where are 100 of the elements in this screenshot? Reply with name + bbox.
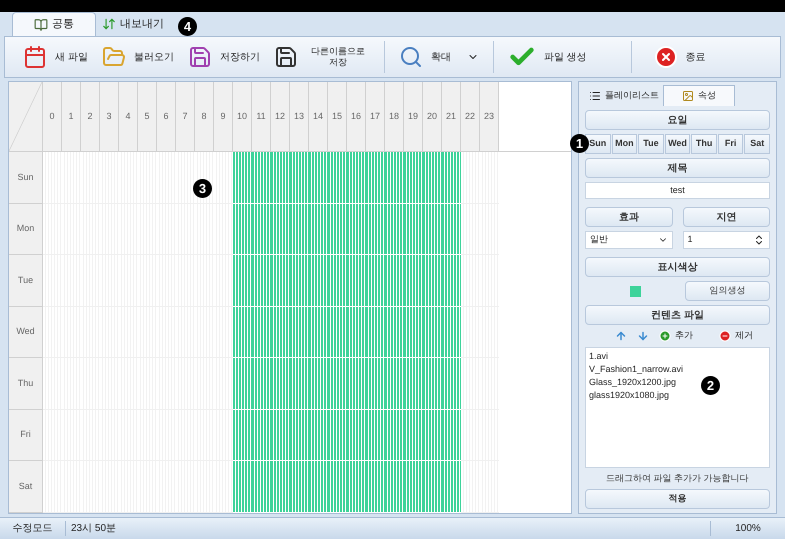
scheduled-slot[interactable] [385, 204, 404, 256]
day-button[interactable]: Fri [718, 134, 744, 154]
scheduled-slot[interactable] [290, 152, 309, 204]
scheduled-slot[interactable] [423, 358, 442, 410]
scheduled-slot[interactable] [385, 358, 404, 410]
scheduled-slot[interactable] [347, 358, 366, 410]
scheduled-slot[interactable] [404, 358, 423, 410]
day-button[interactable]: Thu [691, 134, 717, 154]
scheduled-slot[interactable] [366, 461, 385, 513]
scheduled-slot[interactable] [404, 306, 423, 358]
scheduled-slot[interactable] [290, 358, 309, 410]
scheduled-slot[interactable] [385, 461, 404, 513]
file-item[interactable]: glass1920x1080.jpg [589, 388, 670, 402]
scheduled-slot[interactable] [328, 461, 347, 513]
effect-dropdown[interactable]: 일반 [585, 231, 672, 249]
scheduled-slot[interactable] [328, 204, 347, 256]
scheduled-slot[interactable] [385, 410, 404, 462]
file-item[interactable]: V_Fashion1_narrow.avi [589, 362, 684, 376]
scheduled-slot[interactable] [271, 461, 290, 513]
scheduled-slot[interactable] [366, 306, 385, 358]
scheduled-slot[interactable] [442, 152, 461, 204]
scheduled-slot[interactable] [309, 410, 328, 462]
scheduled-slot[interactable] [347, 461, 366, 513]
scheduled-slot[interactable] [423, 204, 442, 256]
scheduled-slot[interactable] [366, 204, 385, 256]
scheduled-slot[interactable] [347, 152, 366, 204]
scheduled-slot[interactable] [290, 306, 309, 358]
scheduled-slot[interactable] [442, 306, 461, 358]
scheduled-slot[interactable] [271, 358, 290, 410]
scheduled-slot[interactable] [404, 204, 423, 256]
scheduled-slot[interactable] [252, 204, 271, 256]
scheduled-slot[interactable] [233, 152, 252, 204]
scheduled-slot[interactable] [290, 255, 309, 307]
scheduled-slot[interactable] [290, 204, 309, 256]
scheduled-slot[interactable] [233, 255, 252, 307]
scheduled-slot[interactable] [442, 410, 461, 462]
day-button[interactable]: Mon [612, 134, 638, 154]
scheduled-slot[interactable] [347, 255, 366, 307]
scheduled-slot[interactable] [328, 306, 347, 358]
day-button[interactable]: Wed [664, 134, 690, 154]
scheduled-slot[interactable] [385, 306, 404, 358]
file-item[interactable]: 1.avi [589, 350, 608, 362]
toolbar-button[interactable]: 종료 [654, 45, 706, 69]
scheduled-slot[interactable] [328, 410, 347, 462]
scheduled-slot[interactable] [309, 255, 328, 307]
scheduled-slot[interactable] [404, 255, 423, 307]
scheduled-slot[interactable] [404, 461, 423, 513]
scheduled-slot[interactable] [309, 152, 328, 204]
scheduled-slot[interactable] [328, 255, 347, 307]
scheduled-slot[interactable] [328, 358, 347, 410]
toolbar-button[interactable]: 확대 [398, 45, 479, 69]
scheduled-slot[interactable] [347, 410, 366, 462]
scheduled-slot[interactable] [252, 255, 271, 307]
scheduled-slot[interactable] [385, 152, 404, 204]
day-button[interactable]: Sat [744, 134, 770, 154]
scheduled-slot[interactable] [233, 306, 252, 358]
scheduled-slot[interactable] [328, 152, 347, 204]
scheduled-slot[interactable] [271, 306, 290, 358]
toolbar-button[interactable]: 새 파일 [23, 45, 88, 69]
scheduled-slot[interactable] [309, 461, 328, 513]
apply-button[interactable]: 적용 [585, 489, 770, 509]
scheduled-slot[interactable] [271, 152, 290, 204]
ribbon-tab[interactable]: 공통 [12, 12, 96, 36]
remove-button[interactable]: 제거 [719, 329, 753, 342]
scheduled-slot[interactable] [347, 204, 366, 256]
ribbon-tab[interactable]: 내보내기 [96, 12, 170, 36]
scheduled-slot[interactable] [290, 461, 309, 513]
day-button[interactable]: Tue [638, 134, 664, 154]
file-item[interactable]: Glass_1920x1200.jpg [589, 376, 676, 388]
panel-tab[interactable]: 속성 [663, 85, 735, 106]
scheduled-slot[interactable] [366, 152, 385, 204]
scheduled-slot[interactable] [442, 204, 461, 256]
scheduled-slot[interactable] [252, 410, 271, 462]
scheduled-slot[interactable] [309, 306, 328, 358]
scheduled-slot[interactable] [366, 410, 385, 462]
scheduled-slot[interactable] [233, 204, 252, 256]
toolbar-button[interactable]: 다른이름으로 저장 [274, 45, 370, 69]
scheduled-slot[interactable] [385, 255, 404, 307]
down-arrow-icon[interactable] [637, 330, 649, 342]
scheduled-slot[interactable] [271, 204, 290, 256]
scheduled-slot[interactable] [442, 358, 461, 410]
scheduled-slot[interactable] [404, 410, 423, 462]
toolbar-button[interactable]: 불러오기 [102, 45, 174, 69]
scheduled-slot[interactable] [252, 152, 271, 204]
scheduled-slot[interactable] [404, 152, 423, 204]
scheduled-slot[interactable] [271, 410, 290, 462]
color-swatch[interactable] [630, 286, 640, 296]
delay-spinner[interactable]: 1 [682, 231, 770, 249]
title-input[interactable]: test [585, 182, 770, 199]
scheduled-slot[interactable] [423, 306, 442, 358]
scheduled-slot[interactable] [309, 204, 328, 256]
scheduled-slot[interactable] [366, 255, 385, 307]
scheduled-slot[interactable] [233, 461, 252, 513]
scheduled-slot[interactable] [290, 410, 309, 462]
scheduled-slot[interactable] [366, 358, 385, 410]
add-button[interactable]: 추가 [659, 329, 693, 342]
random-button[interactable]: 임의생성 [685, 281, 770, 301]
scheduled-slot[interactable] [423, 152, 442, 204]
toolbar-button[interactable]: 저장하기 [188, 45, 260, 69]
scheduled-slot[interactable] [271, 255, 290, 307]
